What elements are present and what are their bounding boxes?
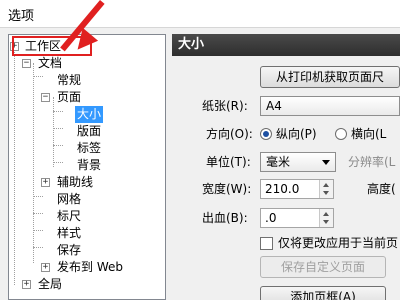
- unit-value: 毫米: [266, 155, 291, 169]
- tree-item-label: 标尺: [57, 209, 82, 223]
- apply-current-page-checkbox[interactable]: [260, 237, 273, 250]
- tree-item-styles[interactable]: 样式: [9, 225, 159, 242]
- chevron-down-icon: [322, 160, 330, 165]
- unit-select[interactable]: 毫米: [260, 152, 336, 172]
- save-custom-page-button[interactable]: 保存自定义页面: [260, 256, 386, 278]
- tree-item-label: 网格: [57, 192, 82, 206]
- size-settings-panel: 大小 从打印机获取页面尺 纸张(R): A4 方向(O): 纵向(P) 横向(L…: [172, 34, 400, 300]
- width-label: 宽度(W):: [202, 182, 252, 196]
- expand-toggle-icon[interactable]: +: [22, 280, 31, 289]
- bleed-label: 出血(B):: [202, 211, 248, 225]
- bleed-value: .0: [265, 211, 277, 225]
- options-tree[interactable]: + 工作区 − 文档 常规 − 页面 大小 版面 标签 背景 + 辅助线 网格 …: [8, 34, 166, 300]
- tree-item-rulers[interactable]: 标尺: [9, 208, 159, 225]
- tree-item-size[interactable]: 大小: [9, 106, 159, 123]
- tree-item-grid[interactable]: 网格: [9, 191, 159, 208]
- tree-item-label: 全局: [38, 277, 63, 291]
- tree-item-label: 标签: [77, 141, 102, 155]
- stepper-arrows-icon[interactable]: [319, 209, 333, 227]
- tree-item-label: 背景: [77, 158, 102, 172]
- tree-item-label: 文档: [38, 56, 63, 70]
- tree-item-label: 样式: [57, 226, 82, 240]
- tree-item-label-settings[interactable]: 标签: [9, 140, 159, 157]
- stepper-arrows-icon[interactable]: [319, 180, 333, 198]
- title-bar: 选项: [0, 0, 400, 28]
- tree-item-label: 常规: [57, 73, 82, 87]
- resolution-label: 分辨率(L: [348, 155, 396, 169]
- tree-item-publish-web[interactable]: + 发布到 Web: [9, 259, 159, 276]
- tree-item-page[interactable]: − 页面: [9, 89, 159, 106]
- panel-title: 大小: [172, 34, 400, 56]
- portrait-label[interactable]: 纵向(P): [276, 125, 317, 143]
- tree-item-guidelines[interactable]: + 辅助线: [9, 174, 159, 191]
- tree-item-save[interactable]: 保存: [9, 242, 159, 259]
- tree-item-label: 辅助线: [57, 175, 94, 189]
- paper-value: A4: [266, 99, 282, 113]
- add-frame-button[interactable]: 添加页框(A): [260, 286, 386, 300]
- window-title: 选项: [8, 9, 35, 24]
- landscape-label[interactable]: 横向(L: [351, 125, 386, 143]
- width-stepper[interactable]: 210.0: [260, 179, 334, 199]
- tree-item-label: 页面: [57, 90, 82, 104]
- height-label: 高度(: [367, 182, 396, 196]
- tree-item-global[interactable]: + 全局: [9, 276, 159, 293]
- get-from-printer-button[interactable]: 从打印机获取页面尺: [260, 66, 400, 88]
- apply-current-page-label[interactable]: 仅将更改应用于当前页: [278, 234, 398, 252]
- landscape-radio[interactable]: [335, 128, 347, 140]
- tree-item-label: 发布到 Web: [57, 260, 123, 274]
- expand-toggle-icon[interactable]: +: [41, 263, 50, 272]
- width-value: 210.0: [265, 182, 300, 196]
- portrait-radio[interactable]: [260, 128, 272, 140]
- tree-item-general[interactable]: 常规: [9, 72, 159, 89]
- tree-item-document[interactable]: − 文档: [9, 55, 159, 72]
- expand-toggle-icon[interactable]: +: [41, 178, 50, 187]
- collapse-toggle-icon[interactable]: −: [41, 93, 50, 102]
- paper-select[interactable]: A4: [260, 96, 400, 116]
- orientation-label: 方向(O):: [206, 127, 253, 141]
- tree-item-background[interactable]: 背景: [9, 157, 159, 174]
- paper-label: 纸张(R):: [202, 99, 248, 113]
- tree-item-label: 保存: [57, 243, 82, 257]
- tree-item-layout[interactable]: 版面: [9, 123, 159, 140]
- collapse-toggle-icon[interactable]: −: [22, 59, 31, 68]
- tree-item-label: 版面: [77, 124, 102, 138]
- tree-item-label: 大小: [75, 106, 104, 123]
- unit-label: 单位(T):: [206, 155, 251, 169]
- bleed-stepper[interactable]: .0: [260, 208, 334, 228]
